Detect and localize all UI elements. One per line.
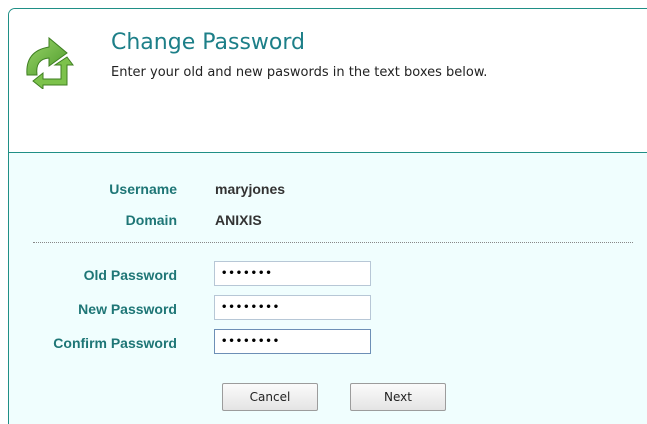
old-password-field[interactable]: ••••••• <box>214 261 371 286</box>
new-password-field[interactable]: •••••••• <box>214 295 371 320</box>
domain-value: ANIXIS <box>215 212 262 228</box>
username-label: Username <box>109 181 177 197</box>
new-password-label: New Password <box>78 301 177 317</box>
confirm-password-field[interactable]: •••••••• <box>214 329 371 354</box>
cancel-button[interactable]: Cancel <box>222 383 318 411</box>
username-value: maryjones <box>215 181 286 197</box>
section-divider <box>33 242 633 243</box>
old-password-label: Old Password <box>83 267 177 283</box>
header: Change Password Enter your old and new p… <box>9 9 647 153</box>
domain-label: Domain <box>125 212 177 228</box>
confirm-password-label: Confirm Password <box>53 335 177 351</box>
green-refresh-arrows-icon <box>21 35 75 91</box>
form-area: Username maryjones Domain ANIXIS Old Pas… <box>9 153 647 424</box>
page-subtitle: Enter your old and new paswords in the t… <box>111 65 488 80</box>
next-button[interactable]: Next <box>350 383 446 411</box>
page-title: Change Password <box>111 30 305 55</box>
change-password-panel: Change Password Enter your old and new p… <box>8 8 647 424</box>
